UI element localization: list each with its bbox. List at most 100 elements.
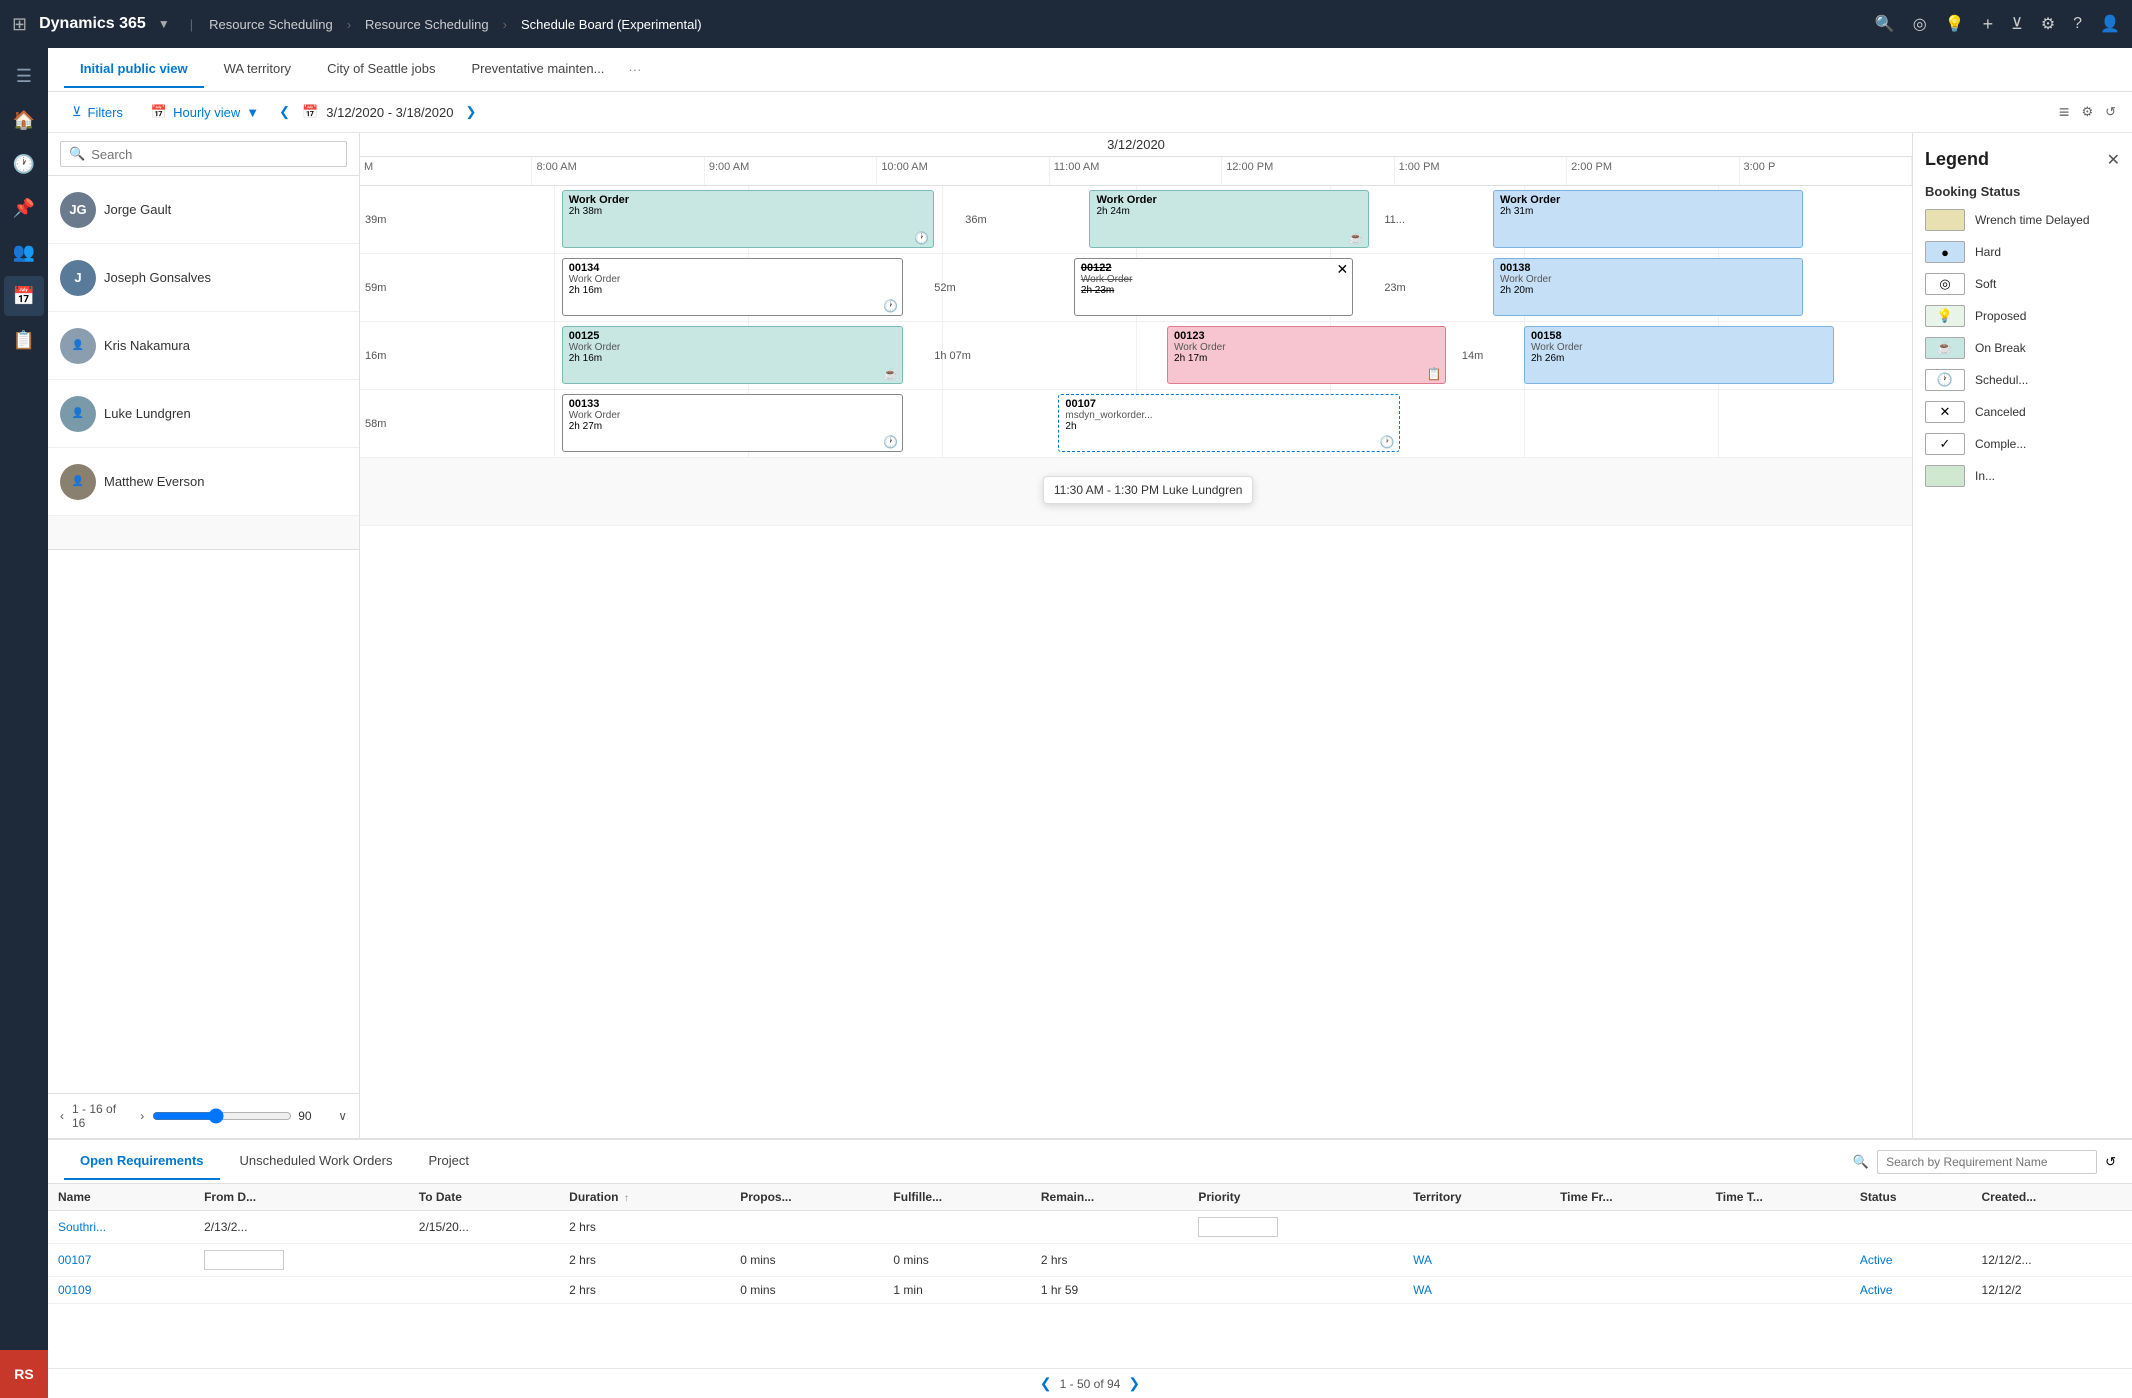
booking-block[interactable]: Work Order 2h 38m 🕐 xyxy=(562,190,934,248)
sidebar-home-icon[interactable]: 🏠 xyxy=(4,100,44,140)
resource-name: Jorge Gault xyxy=(104,202,171,217)
col-time-to[interactable]: Time T... xyxy=(1706,1184,1850,1211)
plus-icon[interactable]: + xyxy=(1983,14,1994,35)
expand-icon[interactable]: ∨ xyxy=(338,1109,347,1123)
filters-button[interactable]: ⊻ Filters xyxy=(64,100,131,124)
brand-name: Dynamics 365 xyxy=(39,15,146,33)
app-grid-icon[interactable]: ⊞ xyxy=(12,14,27,35)
col-time-from[interactable]: Time Fr... xyxy=(1550,1184,1706,1211)
col-remaining[interactable]: Remain... xyxy=(1031,1184,1189,1211)
gantt-body[interactable]: 39m Work Order 2h 38m 🕐 36m Work Order 2… xyxy=(360,186,1912,1138)
priority-cell[interactable] xyxy=(1198,1217,1278,1237)
booking-block[interactable]: 00138 Work Order 2h 20m xyxy=(1493,258,1803,316)
requirement-search-input[interactable] xyxy=(1877,1150,2097,1174)
legend-label-wrench: Wrench time Delayed xyxy=(1975,213,2090,227)
duration-label: 14m xyxy=(1462,350,1483,362)
row-fulfilled: 1 min xyxy=(883,1277,1030,1304)
nav-resource-scheduling[interactable]: Resource Scheduling xyxy=(209,17,333,32)
pagination-next-button[interactable]: ❯ xyxy=(1128,1375,1140,1392)
bulb-icon[interactable]: 💡 xyxy=(1945,14,1965,34)
resource-name: Kris Nakamura xyxy=(104,338,190,353)
pagination-prev-button[interactable]: ❮ xyxy=(1040,1375,1052,1392)
zoom-slider[interactable] xyxy=(152,1108,292,1124)
row-name-link[interactable]: 00109 xyxy=(58,1283,91,1297)
row-proposed xyxy=(730,1211,883,1244)
legend-close-button[interactable]: ✕ xyxy=(2107,150,2120,170)
nav-resource-scheduling-2[interactable]: Resource Scheduling xyxy=(365,17,489,32)
col-territory[interactable]: Territory xyxy=(1403,1184,1550,1211)
settings-board-icon[interactable]: ⚙ xyxy=(2081,104,2093,120)
booking-block-dashed[interactable]: 00107 msdyn_workorder... 2h 🕐 xyxy=(1058,394,1399,452)
col-to-date[interactable]: To Date xyxy=(409,1184,559,1211)
row-created: 12/12/2 xyxy=(1972,1277,2132,1304)
sidebar-recent-icon[interactable]: 🕐 xyxy=(4,144,44,184)
help-icon[interactable]: ? xyxy=(2073,15,2082,33)
settings-icon[interactable]: ⚙ xyxy=(2041,14,2055,34)
avatar: 👤 xyxy=(60,464,96,500)
search-input[interactable] xyxy=(91,147,338,162)
row-territory-link[interactable]: WA xyxy=(1413,1253,1432,1267)
bottom-refresh-icon[interactable]: ↺ xyxy=(2105,1154,2116,1170)
sidebar-pinned-icon[interactable]: 📌 xyxy=(4,188,44,228)
row-name-link[interactable]: Southri... xyxy=(58,1220,106,1234)
refresh-icon[interactable]: ↺ xyxy=(2105,104,2116,120)
search-input-wrapper[interactable]: 🔍 xyxy=(60,141,347,167)
col-from-date[interactable]: From D... xyxy=(194,1184,409,1211)
col-created[interactable]: Created... xyxy=(1972,1184,2132,1211)
tab-project[interactable]: Project xyxy=(412,1143,484,1180)
tab-preventative[interactable]: Preventative mainten... xyxy=(455,51,620,88)
sidebar-schedule-icon[interactable]: 📋 xyxy=(4,320,44,360)
pagination-prev[interactable]: ‹ xyxy=(60,1109,64,1123)
booking-block[interactable]: 00133 Work Order 2h 27m 🕐 xyxy=(562,394,903,452)
legend-label-in: In... xyxy=(1975,469,1995,483)
sidebar-resource-icon[interactable]: 👥 xyxy=(4,232,44,272)
row-time-from xyxy=(1550,1277,1706,1304)
col-priority[interactable]: Priority xyxy=(1188,1184,1403,1211)
date-prev-button[interactable]: ❮ xyxy=(279,104,290,120)
user-icon[interactable]: 👤 xyxy=(2100,14,2120,34)
row-remaining xyxy=(1031,1211,1189,1244)
tab-unscheduled-work-orders[interactable]: Unscheduled Work Orders xyxy=(224,1143,409,1180)
target-icon[interactable]: ◎ xyxy=(1913,14,1927,34)
tab-city-seattle[interactable]: City of Seattle jobs xyxy=(311,51,451,88)
row-territory-link[interactable]: WA xyxy=(1413,1283,1432,1297)
legend-color-soft: ◎ xyxy=(1925,273,1965,295)
sidebar-calendar-icon[interactable]: 📅 xyxy=(4,276,44,316)
sidebar-menu-icon[interactable]: ☰ xyxy=(4,56,44,96)
brand-dropdown-icon[interactable]: ▼ xyxy=(158,17,170,31)
list-item: 👤 Luke Lundgren xyxy=(48,380,359,448)
date-next-button[interactable]: ❯ xyxy=(465,104,476,120)
row-status-link[interactable]: Active xyxy=(1860,1283,1893,1297)
tab-open-requirements[interactable]: Open Requirements xyxy=(64,1143,220,1180)
row-status-link[interactable]: Active xyxy=(1860,1253,1893,1267)
booking-block[interactable]: 00158 Work Order 2h 26m xyxy=(1524,326,1834,384)
list-view-icon[interactable]: ≡ xyxy=(2059,102,2070,123)
avatar: JG xyxy=(60,192,96,228)
from-date-cell[interactable] xyxy=(204,1250,284,1270)
legend-color-complete: ✓ xyxy=(1925,433,1965,455)
zoom-slider-wrap: 90 xyxy=(152,1108,322,1124)
row-proposed: 0 mins xyxy=(730,1244,883,1277)
filter-icon[interactable]: ⊻ xyxy=(2011,14,2023,34)
tab-more-icon[interactable]: ··· xyxy=(628,62,641,77)
booking-block[interactable]: Work Order 2h 24m ☕ xyxy=(1089,190,1368,248)
booking-block[interactable]: 00134 Work Order 2h 16m 🕐 xyxy=(562,258,903,316)
pagination-next[interactable]: › xyxy=(140,1109,144,1123)
col-proposed[interactable]: Propos... xyxy=(730,1184,883,1211)
row-name-link[interactable]: 00107 xyxy=(58,1253,91,1267)
booking-block[interactable]: 00123 Work Order 2h 17m 📋 xyxy=(1167,326,1446,384)
col-fulfilled[interactable]: Fulfille... xyxy=(883,1184,1030,1211)
filters-label: Filters xyxy=(88,105,123,120)
tab-wa-territory[interactable]: WA territory xyxy=(208,51,307,88)
booking-block[interactable]: 00125 Work Order 2h 16m ☕ xyxy=(562,326,903,384)
view-selector[interactable]: 📅 Hourly view ▼ xyxy=(143,100,267,124)
booking-block[interactable]: Work Order 2h 31m xyxy=(1493,190,1803,248)
search-icon[interactable]: 🔍 xyxy=(1875,14,1895,34)
nav-current-page: Schedule Board (Experimental) xyxy=(521,17,702,32)
col-name[interactable]: Name xyxy=(48,1184,194,1211)
row-time-from xyxy=(1550,1244,1706,1277)
tab-initial-public-view[interactable]: Initial public view xyxy=(64,51,204,88)
col-status[interactable]: Status xyxy=(1850,1184,1972,1211)
col-duration[interactable]: Duration ↑ xyxy=(559,1184,730,1211)
booking-block[interactable]: 00122 Work Order 2h 23m ✕ xyxy=(1074,258,1353,316)
